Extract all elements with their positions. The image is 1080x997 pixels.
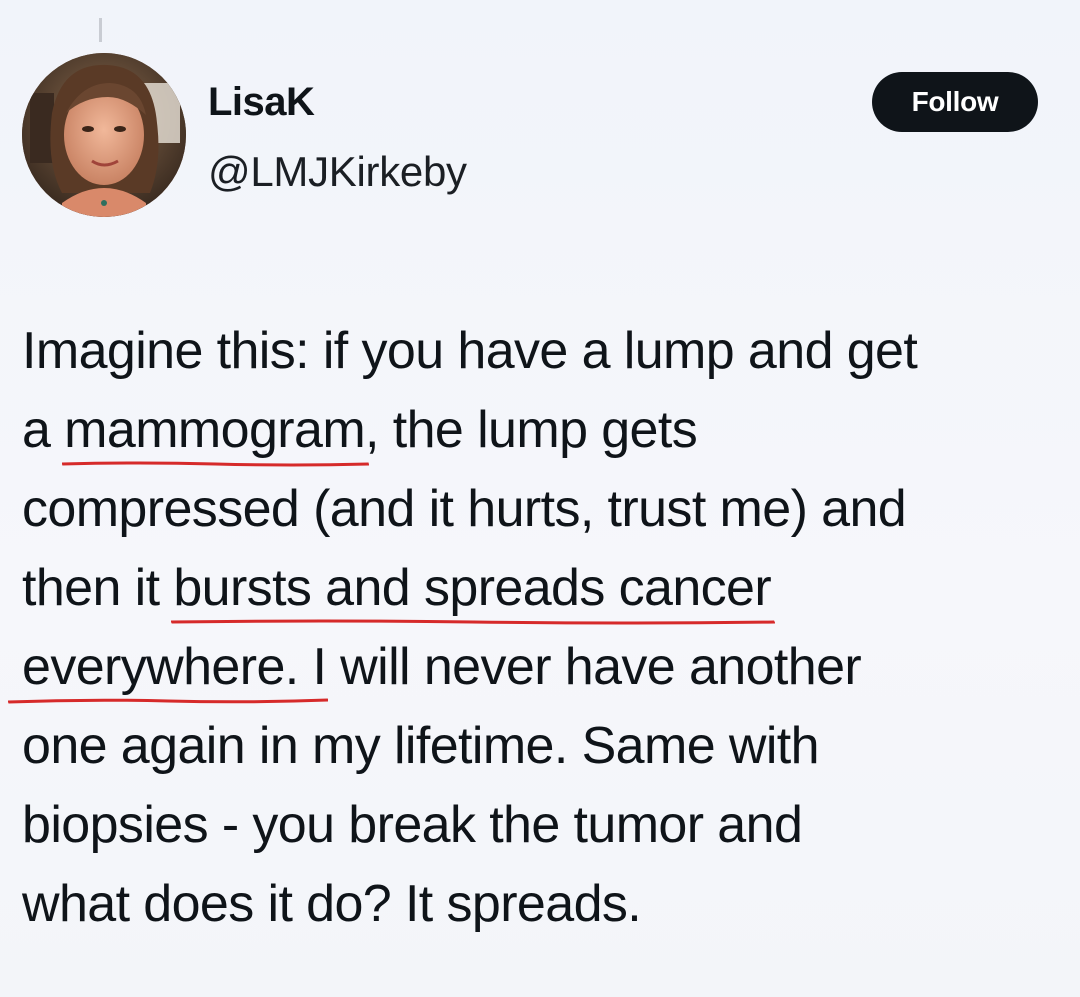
underlined-phrase: everywhere. I [8,628,329,707]
display-name[interactable]: LisaK [208,78,315,126]
avatar-photo-icon [22,53,186,217]
tweet-line-2: a mammogram, the lump gets [22,391,1062,470]
highlighted-text: bursts and spreads cancer [173,559,772,617]
tweet-line-8: what does it do? It spreads. [22,875,642,933]
tweet-line-3: compressed (and it hurts, trust me) and [22,480,907,538]
tweet-text-segment: a [22,401,65,459]
tweet-line-5: everywhere. I will never have another [8,628,1062,707]
tweet-line-4: then it bursts and spreads cancer [22,549,1062,628]
tweet-text-segment: , the lump gets [365,401,698,459]
tweet-text-segment: then it [22,559,174,617]
tweet-line-6: one again in my lifetime. Same with [22,717,820,775]
user-handle[interactable]: @LMJKirkeby [208,147,467,197]
underlined-phrase: bursts and spreads cancer [171,549,776,628]
avatar[interactable] [22,53,186,217]
underlined-phrase: mammogram [62,391,370,470]
tweet-card: LisaK @LMJKirkeby Follow Imagine this: i… [0,0,1080,997]
highlighted-text: mammogram [64,401,366,459]
tweet-line-7: biopsies - you break the tumor and [22,796,803,854]
red-underline [8,698,329,704]
highlighted-text: everywhere. I [22,638,327,696]
tweet-text: Imagine this: if you have a lump and get… [8,312,1062,944]
divider-tick [99,18,102,42]
red-underline [171,619,776,625]
follow-button[interactable]: Follow [872,72,1038,132]
tweet-text-segment: will never have another [326,638,862,696]
red-underline [62,461,370,467]
tweet-line-1: Imagine this: if you have a lump and get [22,322,918,380]
